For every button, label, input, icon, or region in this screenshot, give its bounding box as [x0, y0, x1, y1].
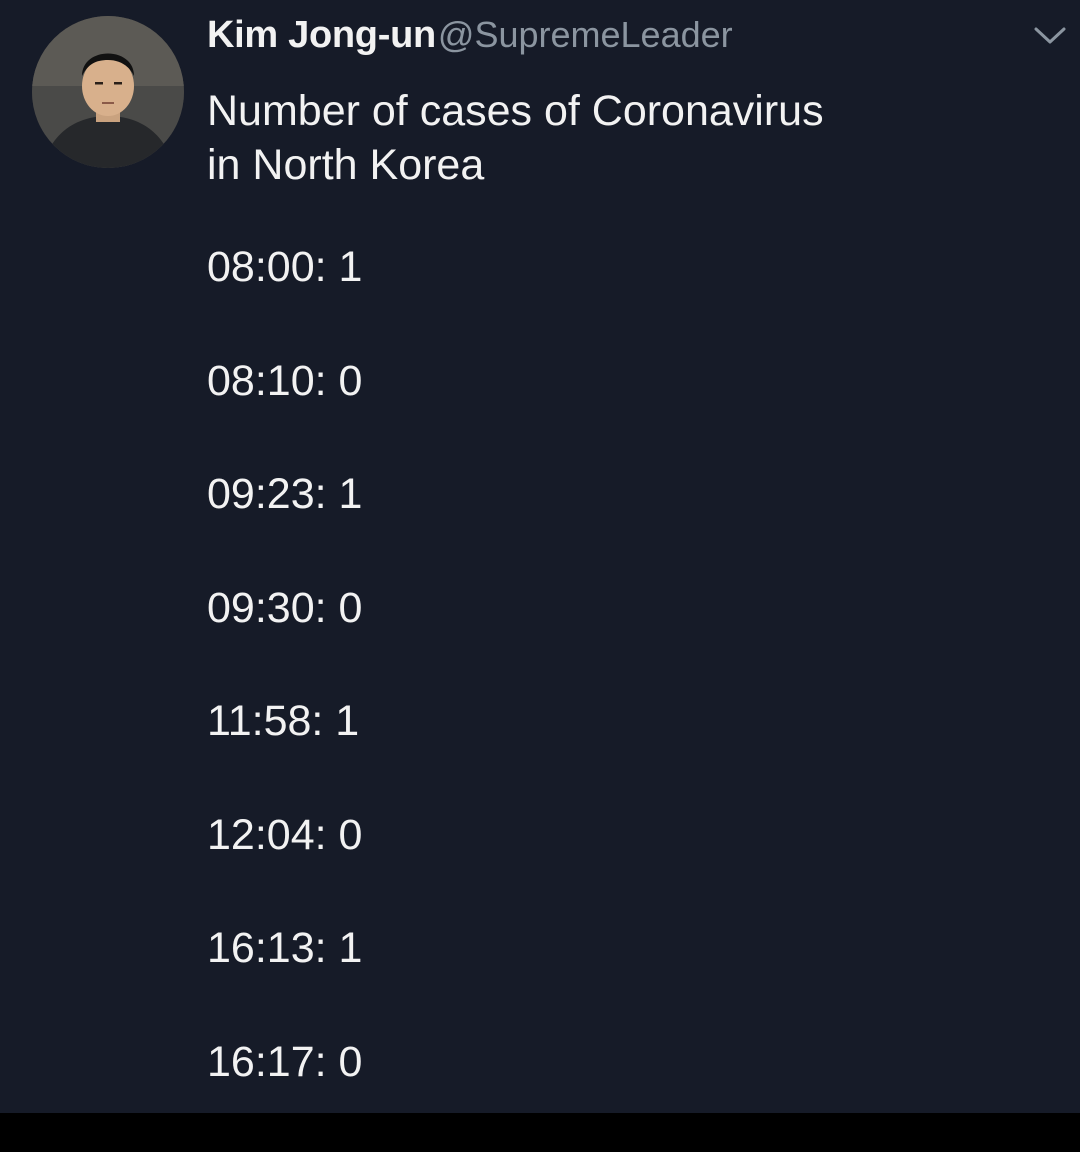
case-count-entry: 09:23: 1 [207, 470, 363, 518]
tweet-menu-button[interactable] [1030, 22, 1070, 50]
case-count-entry: 08:00: 1 [207, 243, 363, 291]
case-count-entry: 12:04: 0 [207, 810, 363, 859]
case-count-entry: 09:30: 0 [207, 583, 363, 632]
case-count-list: 08:00: 1 08:10: 0 09:23: 1 09:30: 0 11:5… [207, 240, 362, 1148]
tweet-text-line: in North Korea [207, 141, 485, 189]
case-count-entry: 16:13: 1 [207, 924, 363, 972]
chevron-down-icon [1034, 27, 1066, 44]
profile-photo-icon [32, 16, 184, 168]
tweet-card: Kim Jong-un @SupremeLeader Number of cas… [0, 0, 1080, 1113]
author-handle[interactable]: @SupremeLeader [438, 14, 733, 56]
bottom-bar [0, 1113, 1080, 1152]
tweet-header: Kim Jong-un @SupremeLeader [207, 14, 733, 60]
tweet-text: Number of cases of Coronavirus in North … [207, 84, 1027, 192]
avatar[interactable] [32, 16, 184, 168]
tweet-text-line: Number of cases of Coronavirus [207, 87, 824, 135]
author-display-name[interactable]: Kim Jong-un [207, 14, 436, 57]
case-count-entry: 08:10: 0 [207, 356, 363, 405]
case-count-entry: 11:58: 1 [207, 697, 360, 745]
